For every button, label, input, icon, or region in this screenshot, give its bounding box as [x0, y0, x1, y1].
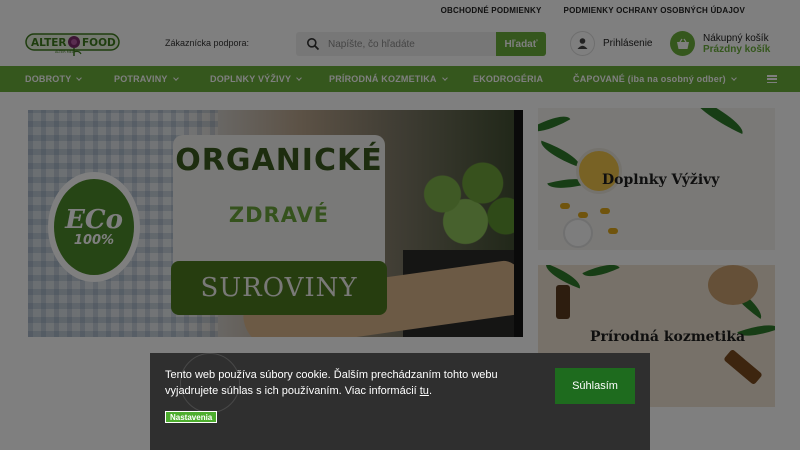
cookie-accept-button[interactable]: Súhlasím: [555, 368, 635, 404]
cookie-period: .: [428, 385, 432, 397]
cookie-message: Tento web používa súbory cookie. Ďalším …: [165, 369, 498, 397]
cookie-more-info-link[interactable]: tu: [420, 385, 429, 397]
cookie-banner: Tento web používa súbory cookie. Ďalším …: [150, 353, 650, 450]
cookie-text: Tento web používa súbory cookie. Ďalším …: [165, 367, 535, 399]
cookie-settings-button[interactable]: Nastavenia: [165, 411, 218, 423]
